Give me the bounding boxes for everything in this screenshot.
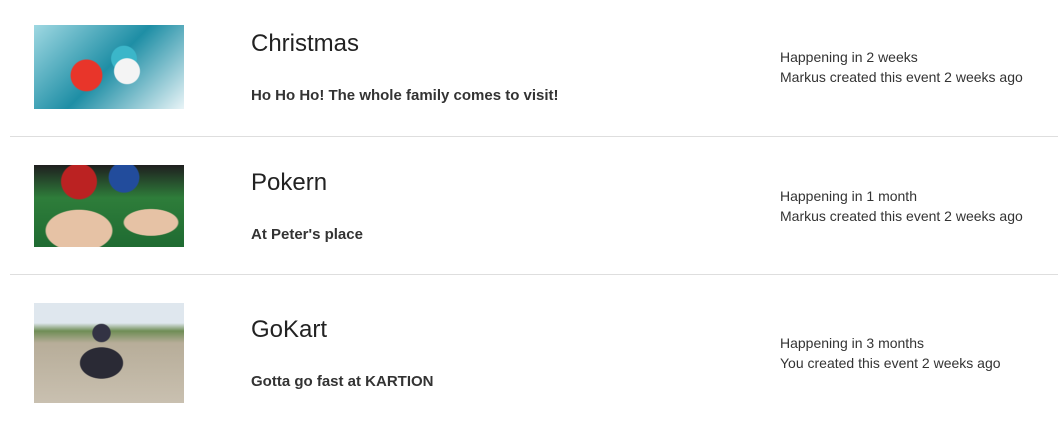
event-image bbox=[34, 303, 184, 403]
event-row-christmas[interactable]: Christmas Ho Ho Ho! The whole family com… bbox=[0, 0, 1058, 137]
event-description: Gotta go fast at KARTION bbox=[251, 373, 434, 390]
event-image bbox=[34, 165, 184, 247]
event-row-gokart[interactable]: GoKart Gotta go fast at KARTION Happenin… bbox=[0, 275, 1058, 427]
event-row-pokern[interactable]: Pokern At Peter's place Happening in 1 m… bbox=[0, 137, 1058, 275]
event-description: Ho Ho Ho! The whole family comes to visi… bbox=[251, 87, 559, 104]
event-happening: Happening in 2 weeks bbox=[780, 49, 918, 65]
event-title[interactable]: GoKart bbox=[251, 316, 327, 344]
event-happening: Happening in 3 months bbox=[780, 335, 924, 351]
event-created: Markus created this event 2 weeks ago bbox=[780, 208, 1023, 224]
event-title[interactable]: Christmas bbox=[251, 30, 359, 58]
event-title[interactable]: Pokern bbox=[251, 169, 327, 197]
event-image bbox=[34, 25, 184, 109]
event-created: Markus created this event 2 weeks ago bbox=[780, 69, 1023, 85]
event-happening: Happening in 1 month bbox=[780, 188, 917, 204]
event-created: You created this event 2 weeks ago bbox=[780, 355, 1001, 371]
event-description: At Peter's place bbox=[251, 226, 363, 243]
